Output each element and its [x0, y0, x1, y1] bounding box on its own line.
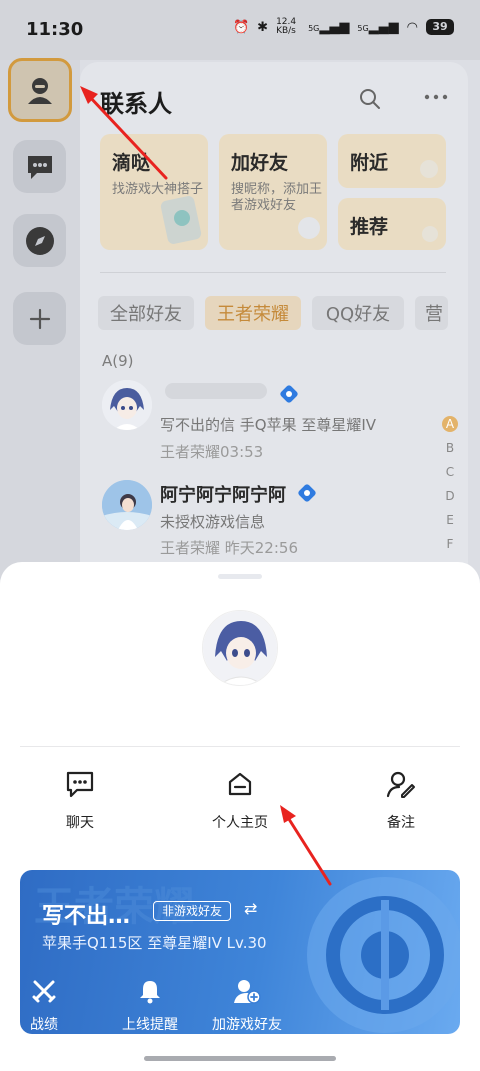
chat-label: 聊天	[66, 815, 94, 831]
search-icon[interactable]	[358, 87, 382, 111]
tab-all-friends[interactable]: 全部好友	[98, 296, 194, 330]
card-title: 附近	[350, 152, 389, 174]
contact-meta: 王者荣耀03:53	[160, 443, 264, 461]
add-game-friend-button[interactable]: 加游戏好友	[212, 978, 282, 1034]
tab-camp[interactable]: 营	[415, 296, 448, 330]
section-header: A(9)	[102, 352, 134, 370]
alpha-index-b[interactable]: B	[443, 441, 457, 455]
divider	[20, 746, 460, 747]
card-recommend[interactable]: 推荐	[338, 198, 446, 250]
battle-record-label: 战绩	[30, 1017, 58, 1033]
status-time: 11:30	[26, 19, 84, 40]
sidebar-item-messages[interactable]	[13, 140, 66, 193]
profile-home-button[interactable]: 个人主页	[190, 770, 290, 832]
remark-button[interactable]: 备注	[351, 770, 451, 832]
contact-meta: 王者荣耀 昨天22:56	[160, 539, 298, 557]
bluetooth-icon: ✱	[257, 19, 269, 35]
plus-icon	[29, 308, 50, 329]
swap-icon[interactable]: ⇄	[244, 899, 257, 918]
recommend-icon	[422, 226, 438, 242]
contact-name: 阿宁阿宁阿宁阿	[160, 485, 286, 506]
contact-status: 写不出的信 手Q苹果 至尊星耀IV	[160, 416, 377, 434]
card-subtitle: 搜昵称，添加王者游戏好友	[231, 182, 323, 213]
add-game-friend-label: 加游戏好友	[212, 1017, 282, 1033]
card-title: 滴哒	[112, 152, 151, 174]
more-icon[interactable]	[424, 92, 448, 102]
profile-home-label: 个人主页	[212, 815, 268, 831]
alpha-index-d[interactable]: D	[443, 489, 457, 503]
signal-icon: 5G▂▄▆	[308, 19, 350, 35]
mascot-icon	[298, 217, 320, 239]
card-nearby[interactable]: 附近	[338, 134, 446, 188]
game-nickname: 写不出…	[42, 904, 131, 929]
phone-illustration-icon	[160, 196, 202, 244]
divider	[100, 272, 446, 273]
avatar[interactable]	[102, 480, 152, 530]
non-game-friend-badge: 非游戏好友	[153, 901, 232, 921]
card-dida[interactable]: 滴哒 找游戏大神搭子	[100, 134, 208, 250]
contact-name-redacted	[165, 383, 267, 399]
tab-qq-friends[interactable]: QQ好友	[312, 296, 404, 330]
contacts-icon	[28, 78, 52, 104]
anime-avatar-icon	[102, 380, 152, 430]
remark-label: 备注	[387, 815, 415, 831]
home-icon	[228, 772, 252, 796]
bell-icon	[140, 981, 160, 1004]
battle-record-button[interactable]: 战绩	[30, 978, 58, 1034]
game-server-info: 苹果手Q115区 至尊星耀IV Lv.30	[42, 934, 267, 952]
anime-avatar-icon	[102, 480, 152, 530]
online-reminder-label: 上线提醒	[122, 1017, 178, 1033]
sidebar-add-button[interactable]	[13, 292, 66, 345]
profile-avatar[interactable]	[202, 610, 278, 686]
wifi-icon: ◠	[406, 19, 418, 35]
card-title: 推荐	[350, 216, 389, 238]
page-title: 联系人	[100, 90, 172, 118]
card-title: 加好友	[231, 152, 289, 174]
network-speed: 12.4 KB/s	[276, 17, 297, 36]
sidebar-item-contacts[interactable]	[8, 58, 72, 122]
alarm-icon: ⏰	[232, 19, 250, 35]
alpha-index-c[interactable]: C	[443, 465, 457, 479]
compass-icon	[25, 226, 54, 255]
sidebar-item-discover[interactable]	[13, 214, 66, 267]
game-logo-icon	[307, 877, 460, 1033]
game-badge-icon	[280, 385, 298, 403]
avatar[interactable]	[102, 380, 152, 430]
anime-avatar-icon	[203, 611, 277, 685]
alpha-index-f[interactable]: F	[443, 537, 457, 551]
alpha-index-a[interactable]: A	[442, 416, 458, 432]
message-icon	[27, 155, 52, 179]
chat-icon	[66, 771, 94, 798]
tab-honor-of-kings[interactable]: 王者荣耀	[205, 296, 301, 330]
card-add-friend[interactable]: 加好友 搜昵称，添加王者游戏好友	[219, 134, 327, 250]
sheet-drag-handle[interactable]	[218, 574, 262, 579]
location-icon	[420, 160, 438, 178]
battery-icon: 39	[426, 19, 454, 35]
chat-button[interactable]: 聊天	[30, 770, 130, 832]
alpha-index-e[interactable]: E	[443, 513, 457, 527]
edit-note-icon	[386, 771, 415, 798]
home-indicator[interactable]	[144, 1056, 336, 1061]
swords-icon	[32, 980, 56, 1003]
contact-status: 未授权游戏信息	[160, 513, 266, 531]
status-icons: ⏰ ✱ 12.4 KB/s 5G▂▄▆ 5G▂▄▆ ◠ 39	[233, 18, 454, 36]
signal-icon-2: 5G▂▄▆	[357, 19, 399, 35]
online-reminder-button[interactable]: 上线提醒	[122, 978, 178, 1034]
game-badge-icon	[298, 484, 316, 502]
add-friend-icon	[234, 980, 261, 1004]
